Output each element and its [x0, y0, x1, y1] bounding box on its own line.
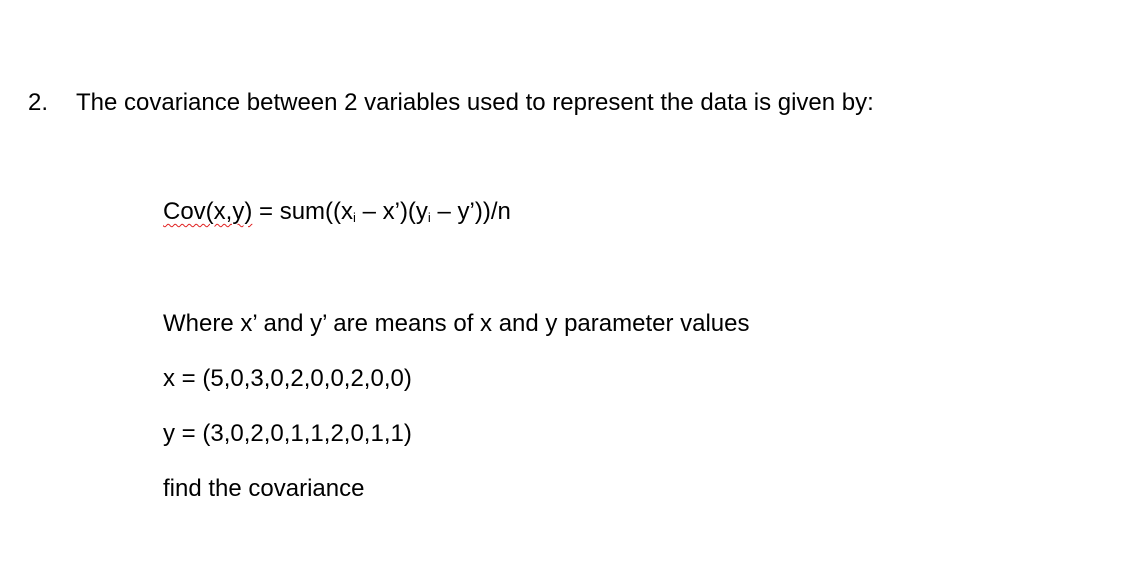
y-values: y = (3,0,2,0,1,1,2,0,1,1) [163, 420, 412, 447]
question-text: The covariance between 2 variables used … [76, 89, 874, 116]
where-text: Where x’ and y’ are means of x and y par… [163, 310, 750, 337]
question-number: 2. [28, 89, 49, 116]
covariance-formula: Cov(x,y) = sum((xi – x’)(yi – y’))/n [163, 197, 511, 233]
task-text: find the covariance [163, 475, 365, 502]
formula-lhs: Cov(x,y) [163, 198, 253, 225]
formula-mid: – x’)(y [355, 198, 428, 225]
formula-end: – y’))/n [430, 198, 511, 225]
x-values: x = (5,0,3,0,2,0,0,2,0,0) [163, 365, 412, 392]
formula-eq: = sum((x [252, 198, 354, 225]
